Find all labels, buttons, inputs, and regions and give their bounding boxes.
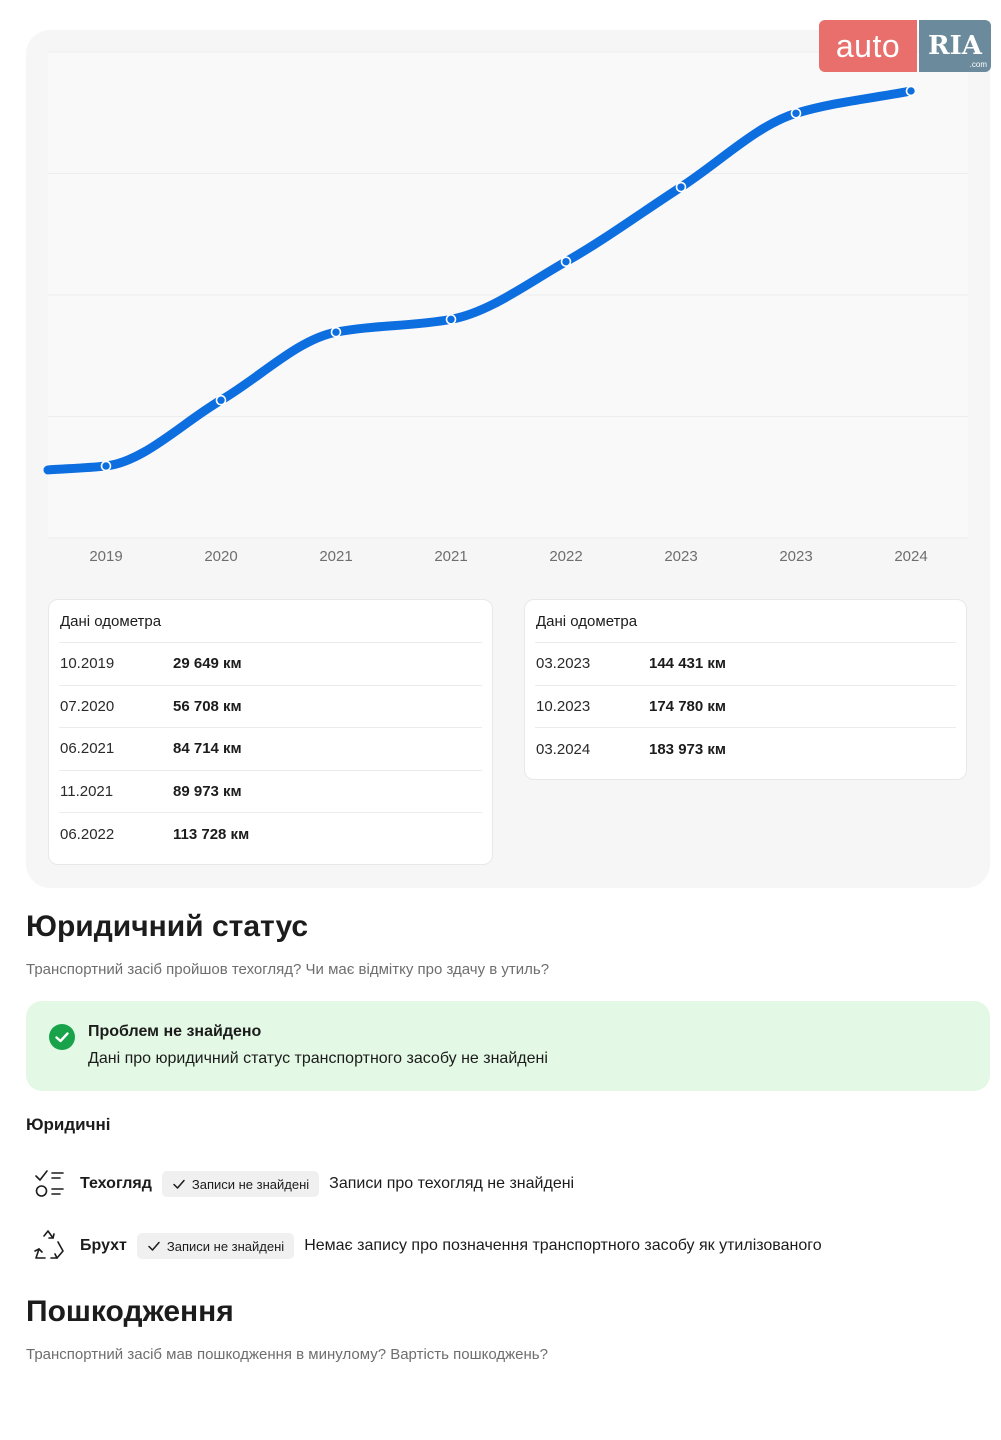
odometer-date: 07.2020: [60, 697, 115, 715]
odometer-row: 10.2019 29 649 км: [59, 643, 482, 686]
x-tick-label: 2020: [204, 548, 238, 565]
odometer-row: 03.2024 183 973 км: [535, 728, 956, 771]
odometer-point-10.2019[interactable]: [100, 460, 112, 472]
x-axis-labels: 2019 2020 2021 2021 2022 2023 2023 2024: [0, 548, 1001, 570]
no-problems-banner: Проблем не знайдено Дані про юридичний с…: [26, 1001, 990, 1091]
check-row-inspection: Техогляд Записи не знайдені Записи про т…: [30, 1164, 574, 1204]
odometer-date: 03.2024: [536, 740, 591, 758]
odometer-date: 03.2023: [536, 655, 591, 673]
odometer-card-right: Дані одометра 03.2023 144 431 км 10.2023…: [524, 599, 967, 780]
x-tick-label: 2022: [549, 548, 583, 565]
odometer-row: 07.2020 56 708 км: [59, 686, 482, 729]
x-tick-label: 2024: [894, 548, 928, 565]
odometer-point-07.2020[interactable]: [215, 394, 227, 406]
odometer-km: 56 708 км: [173, 697, 242, 715]
recycle-icon: [30, 1226, 68, 1266]
scrap-label: Брухт: [80, 1237, 127, 1254]
banner-title: Проблем не знайдено: [88, 1023, 262, 1040]
x-tick-label: 2023: [664, 548, 698, 565]
scrap-description: Немає запису про позначення транспортног…: [304, 1237, 822, 1254]
odometer-point-03.2024[interactable]: [905, 85, 917, 97]
odometer-row: 06.2022 113 728 км: [59, 813, 482, 856]
odometer-km: 84 714 км: [173, 740, 242, 758]
odometer-km: 183 973 км: [649, 740, 726, 758]
odometer-date: 10.2023: [536, 697, 591, 715]
odometer-km: 89 973 км: [173, 783, 242, 801]
logo-ria-text: RIA: [928, 31, 982, 61]
check-circle-icon: [49, 1024, 75, 1050]
logo-com: .com: [969, 60, 987, 69]
odometer-card-left: Дані одометра 10.2019 29 649 км 07.2020 …: [48, 599, 493, 865]
inspection-status-chip: Записи не знайдені: [161, 1171, 320, 1197]
scrap-chip-text: Записи не знайдені: [166, 1238, 285, 1254]
odometer-row: 10.2023 174 780 км: [535, 686, 956, 729]
odometer-km: 174 780 км: [649, 697, 726, 715]
legal-status-title: Юридичний статус: [26, 910, 309, 943]
odometer-point-06.2021[interactable]: [330, 326, 342, 338]
checklist-icon: [30, 1164, 68, 1204]
scrap-status-chip: Записи не знайдені: [136, 1233, 295, 1259]
damage-subtitle: Транспортний засіб мав пошкодження в мин…: [26, 1346, 548, 1363]
legal-group-title: Юридичні: [26, 1115, 111, 1134]
odometer-card-title: Дані одометра: [535, 600, 956, 643]
odometer-km: 29 649 км: [173, 655, 242, 673]
odometer-date: 10.2019: [60, 655, 115, 673]
autoria-logo[interactable]: auto RIA .com: [819, 20, 991, 72]
odometer-row: 11.2021 89 973 км: [59, 771, 482, 814]
odometer-chart: [43, 51, 968, 539]
odometer-date: 06.2022: [60, 826, 115, 844]
inspection-chip-text: Записи не знайдені: [191, 1176, 310, 1192]
x-tick-label: 2021: [434, 548, 468, 565]
odometer-row: 03.2023 144 431 км: [535, 643, 956, 686]
odometer-date: 06.2021: [60, 740, 115, 758]
odometer-row: 06.2021 84 714 км: [59, 728, 482, 771]
x-tick-label: 2019: [89, 548, 123, 565]
odometer-point-06.2022[interactable]: [560, 256, 572, 267]
odometer-point-03.2023[interactable]: [675, 181, 687, 193]
x-tick-label: 2021: [319, 548, 353, 565]
inspection-description: Записи про техогляд не знайдені: [329, 1175, 575, 1192]
damage-title: Пошкодження: [26, 1295, 234, 1328]
odometer-date: 11.2021: [60, 783, 114, 801]
checkmark-icon: [173, 1179, 185, 1189]
x-tick-label: 2023: [779, 548, 813, 565]
inspection-label: Техогляд: [80, 1175, 152, 1192]
legal-status-subtitle: Транспортний засіб пройшов техогляд? Чи …: [26, 961, 550, 978]
odometer-km: 144 431 км: [649, 655, 726, 673]
odometer-card-title: Дані одометра: [59, 600, 482, 643]
logo-auto: auto: [819, 20, 917, 72]
check-row-scrap: Брухт Записи не знайдені Немає запису пр…: [30, 1226, 822, 1266]
checkmark-icon: [148, 1241, 160, 1251]
banner-text: Дані про юридичний статус транспортного …: [88, 1050, 548, 1067]
odometer-point-11.2021[interactable]: [445, 314, 457, 325]
odometer-point-10.2023[interactable]: [790, 107, 802, 119]
odometer-line: [43, 86, 916, 475]
odometer-km: 113 728 км: [173, 826, 250, 844]
logo-ria: RIA .com: [919, 20, 991, 72]
